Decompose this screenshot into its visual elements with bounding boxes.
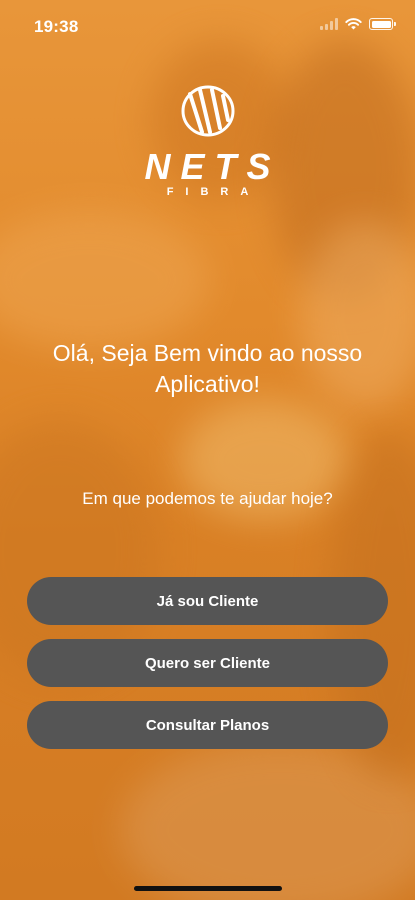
- brand-name: NETS: [144, 146, 281, 187]
- view-plans-button[interactable]: Consultar Planos: [27, 701, 388, 749]
- home-indicator[interactable]: [134, 886, 282, 891]
- help-prompt: Em que podemos te ajudar hoje?: [82, 489, 333, 508]
- battery-icon: [369, 18, 396, 30]
- status-time: 19:38: [34, 17, 79, 36]
- welcome-screen: 19:38 NETS FIBRA Olá, Seja Bem vindo ao …: [0, 0, 415, 900]
- cellular-signal-icon: [320, 18, 338, 30]
- wifi-icon: [345, 18, 362, 30]
- brand-logo: NETS FIBRA: [0, 84, 415, 198]
- globe-logo-icon: [181, 85, 234, 137]
- existing-client-button[interactable]: Já sou Cliente: [27, 577, 388, 625]
- background-photo-shape: [0, 210, 210, 350]
- status-icons: [320, 18, 396, 30]
- welcome-message: Olá, Seja Bem vindo ao nosso Aplicativo!: [52, 340, 363, 397]
- status-bar: 19:38: [0, 0, 415, 54]
- brand-subtitle: FIBRA: [166, 186, 261, 198]
- become-client-button[interactable]: Quero ser Cliente: [27, 639, 388, 687]
